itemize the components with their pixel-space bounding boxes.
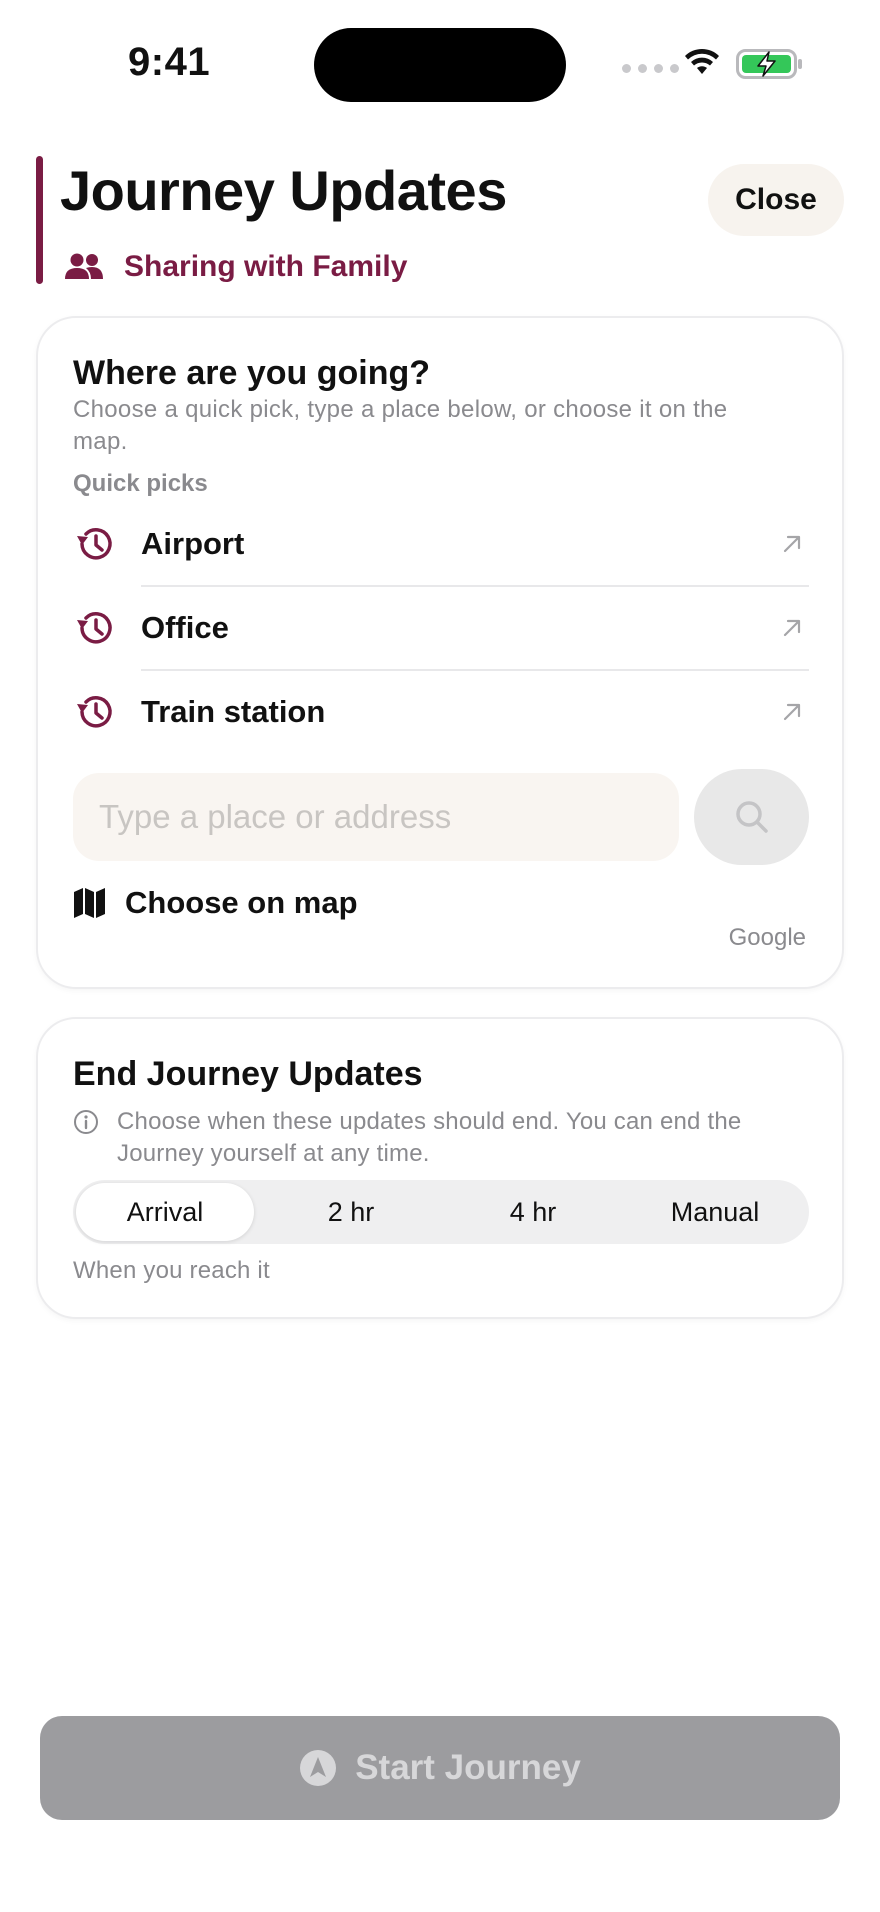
arrow-up-right-icon bbox=[777, 529, 807, 559]
history-icon bbox=[73, 606, 117, 650]
start-journey-button[interactable]: Start Journey bbox=[40, 1716, 840, 1820]
search-icon bbox=[735, 801, 768, 833]
segment-arrival[interactable]: Arrival bbox=[76, 1183, 254, 1241]
page-title: Journey Updates bbox=[60, 159, 507, 222]
search-button[interactable] bbox=[694, 769, 809, 865]
quick-picks-label: Quick picks bbox=[73, 470, 208, 497]
choose-on-map-label: Choose on map bbox=[125, 885, 358, 920]
accent-bar bbox=[36, 156, 43, 284]
segment-2-hr[interactable]: 2 hr bbox=[260, 1183, 442, 1241]
quick-pick-label: Train station bbox=[141, 694, 326, 729]
sharing-status: Sharing with Family bbox=[64, 250, 407, 284]
status-bar: 9:41 bbox=[0, 0, 880, 130]
search-input[interactable] bbox=[73, 773, 679, 861]
info-icon bbox=[74, 1110, 98, 1134]
destination-card: Where are you going? Choose a quick pick… bbox=[36, 316, 844, 989]
sharing-label: Sharing with Family bbox=[124, 250, 408, 283]
end-updates-segmented-control: Arrival 2 hr 4 hr Manual bbox=[73, 1180, 809, 1244]
end-updates-info-text: Choose when these updates should end. Yo… bbox=[117, 1108, 742, 1167]
start-journey-label: Start Journey bbox=[355, 1748, 581, 1787]
dynamic-island bbox=[314, 28, 566, 102]
status-time: 9:41 bbox=[128, 40, 211, 84]
history-icon bbox=[73, 690, 117, 734]
quick-pick-train-station[interactable]: Train station bbox=[73, 670, 809, 754]
end-updates-info: Choose when these updates should end. Yo… bbox=[73, 1106, 813, 1170]
navigation-icon bbox=[300, 1750, 337, 1786]
destination-subtitle: Choose a quick pick, type a place below,… bbox=[73, 396, 728, 455]
cellular-icon bbox=[622, 64, 679, 73]
arrow-up-right-icon bbox=[777, 613, 807, 643]
segment-4-hr[interactable]: 4 hr bbox=[442, 1183, 624, 1241]
battery-charging-icon bbox=[736, 49, 802, 79]
header: Journey Updates Sharing with Family Clos… bbox=[36, 156, 844, 284]
arrow-up-right-icon bbox=[777, 697, 807, 727]
quick-pick-label: Office bbox=[141, 610, 229, 645]
segment-hint: When you reach it bbox=[73, 1257, 270, 1284]
end-updates-card: End Journey Updates Choose when these up… bbox=[36, 1017, 844, 1319]
end-updates-title: End Journey Updates bbox=[73, 1055, 423, 1093]
choose-on-map-button[interactable]: Choose on map bbox=[73, 873, 358, 933]
history-icon bbox=[73, 522, 117, 566]
map-icon bbox=[74, 888, 105, 918]
close-button[interactable]: Close bbox=[708, 164, 844, 236]
wifi-icon bbox=[685, 48, 719, 74]
map-attribution: Google bbox=[728, 924, 806, 951]
quick-pick-label: Airport bbox=[141, 526, 245, 561]
people-icon bbox=[65, 253, 103, 279]
destination-title: Where are you going? bbox=[73, 354, 431, 392]
quick-pick-office[interactable]: Office bbox=[73, 586, 809, 670]
segment-manual[interactable]: Manual bbox=[624, 1183, 806, 1241]
quick-pick-airport[interactable]: Airport bbox=[73, 502, 809, 586]
